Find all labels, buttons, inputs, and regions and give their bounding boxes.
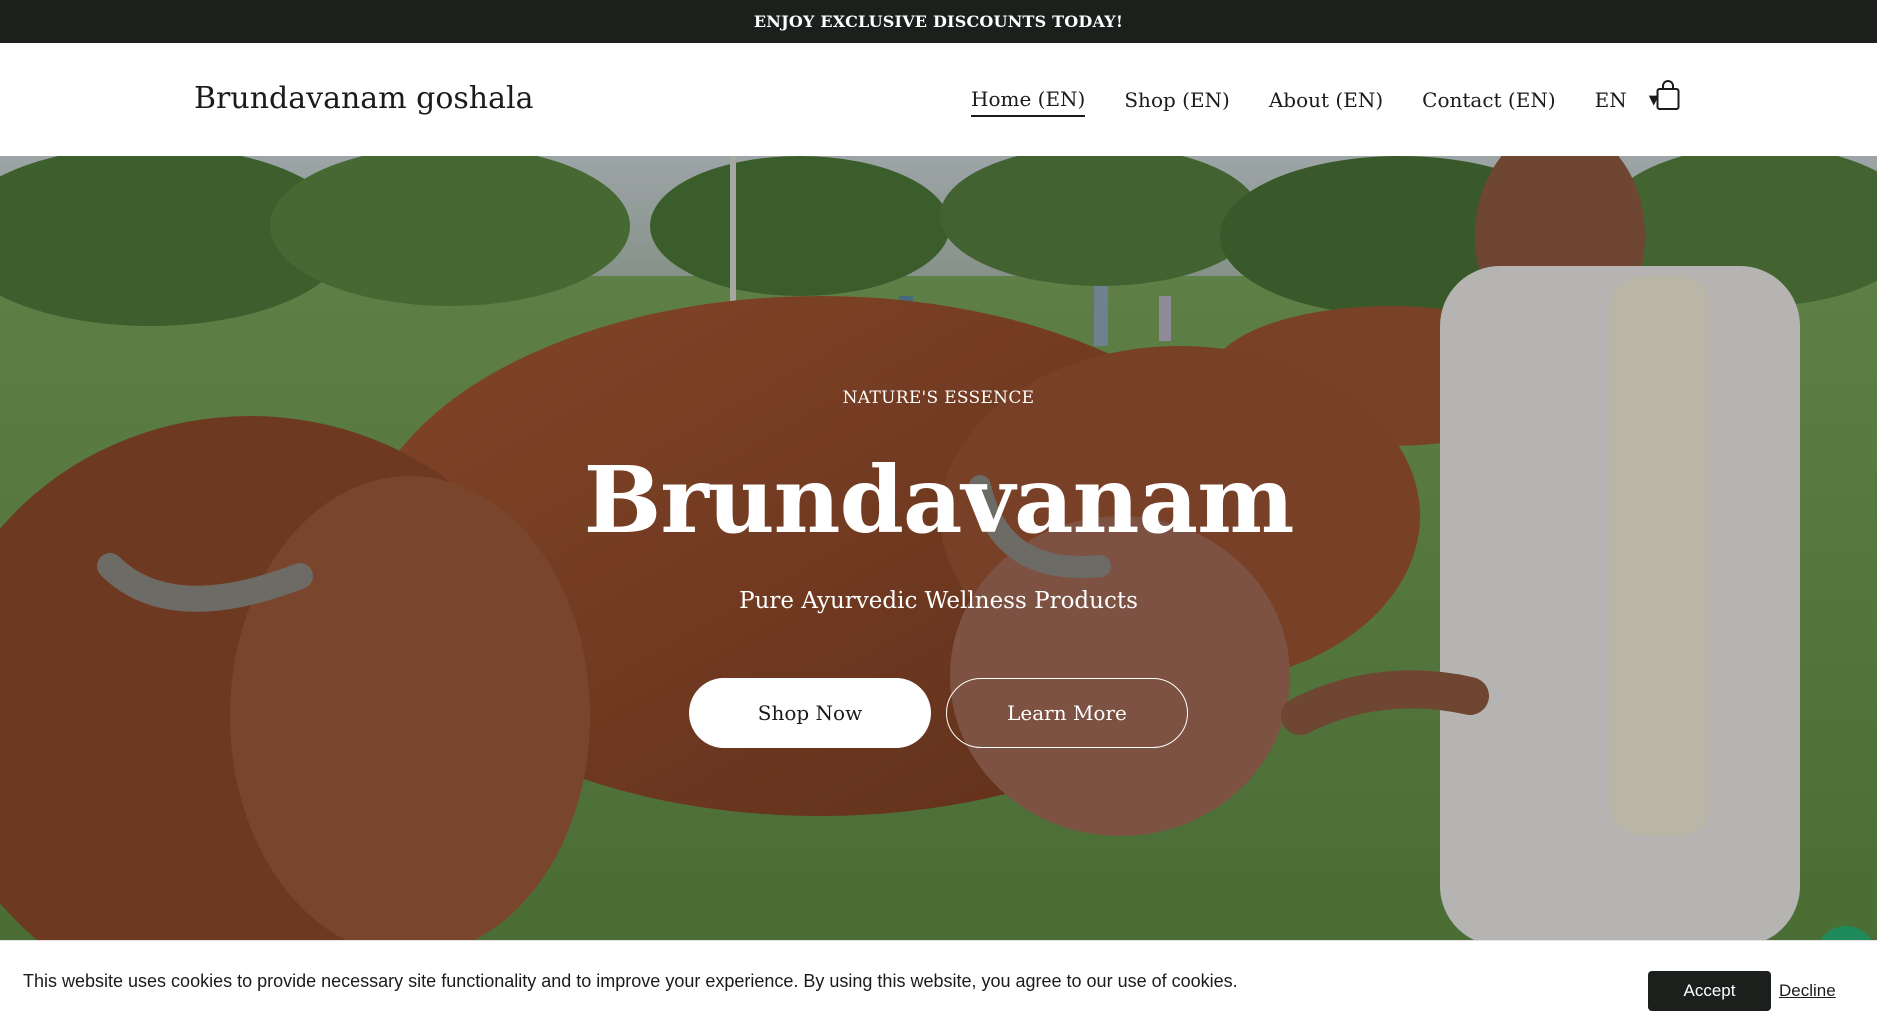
nav-item-about[interactable]: About (EN) — [1269, 88, 1383, 116]
hero-title: Brundavanam — [583, 446, 1295, 554]
hero-section: NATURE'S ESSENCE Brundavanam Pure Ayurve… — [0, 156, 1877, 946]
hero-subtitle: Pure Ayurvedic Wellness Products — [739, 588, 1138, 614]
language-selector[interactable]: EN ▼ — [1595, 88, 1659, 116]
site-header: Brundavanam goshala Home (EN) Shop (EN) … — [0, 43, 1877, 156]
nav-item-contact[interactable]: Contact (EN) — [1422, 88, 1556, 116]
decline-cookies-link[interactable]: Decline — [1779, 981, 1836, 1001]
announcement-bar: ENJOY EXCLUSIVE DISCOUNTS TODAY! — [0, 0, 1877, 43]
main-nav: Home (EN) Shop (EN) About (EN) Contact (… — [971, 87, 1659, 117]
accept-cookies-button[interactable]: Accept — [1648, 971, 1771, 1011]
nav-item-home[interactable]: Home (EN) — [971, 87, 1086, 117]
shop-now-button[interactable]: Shop Now — [689, 678, 931, 748]
site-logo[interactable]: Brundavanam goshala — [194, 81, 534, 116]
hero-eyebrow: NATURE'S ESSENCE — [842, 388, 1035, 408]
announcement-text: ENJOY EXCLUSIVE DISCOUNTS TODAY! — [753, 12, 1124, 31]
language-label: EN — [1594, 88, 1627, 112]
nav-item-shop[interactable]: Shop (EN) — [1124, 88, 1230, 116]
cookie-banner: This website uses cookies to provide nec… — [0, 940, 1877, 1027]
shopping-bag-icon[interactable] — [1654, 80, 1682, 112]
cookie-message: This website uses cookies to provide nec… — [23, 971, 1238, 991]
learn-more-button[interactable]: Learn More — [946, 678, 1188, 748]
